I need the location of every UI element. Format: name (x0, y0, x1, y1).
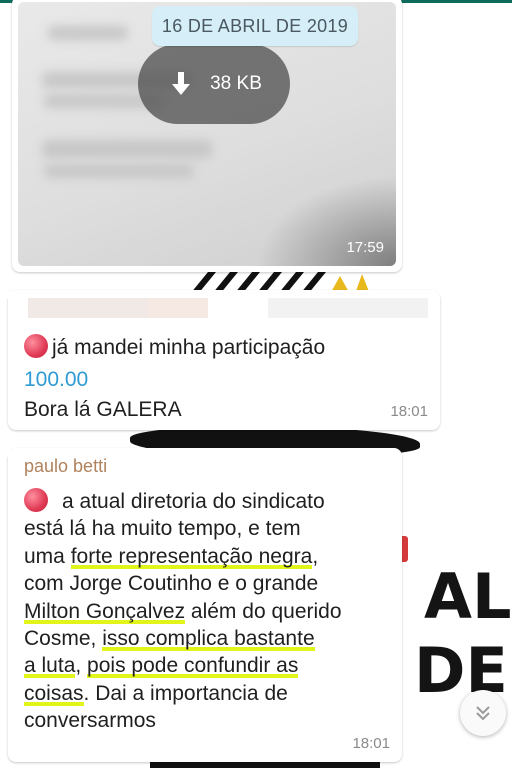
wallpaper-letters-top: AL (424, 560, 512, 633)
message-line: Milton Gonçalvez além do querido (24, 599, 342, 623)
download-arrow-icon (172, 72, 191, 95)
message-line: a luta, pois pode confundir as (24, 654, 299, 678)
sender-name[interactable]: paulo betti (24, 456, 107, 477)
message-time: 18:01 (390, 403, 428, 420)
chat-message-bubble[interactable]: já mandei minha participação 100.00 Bora… (0, 290, 440, 430)
message-line: já mandei minha participação (24, 334, 325, 362)
message-line: Bora lá GALERA (24, 398, 182, 421)
message-line: a atual diretoria do sindicato (24, 488, 394, 515)
highlighted-text: Milton Gonçalvez (24, 599, 186, 623)
red-circle-emoji-icon (24, 488, 48, 512)
download-size: 38 KB (210, 73, 262, 94)
blurred-sender-bar (28, 298, 430, 318)
message-line: está lá ha muito tempo, e tem (24, 517, 301, 541)
highlighted-text: forte representação negra (70, 544, 313, 568)
red-circle-emoji-icon (24, 334, 48, 358)
amount-link[interactable]: 100.00 (24, 366, 88, 394)
message-body: a atual diretoria do sindicato está lá h… (24, 488, 394, 735)
message-line: uma forte representação negra, (24, 544, 319, 568)
message-line: Cosme, isso complica bastante (24, 627, 315, 651)
highlighted-text: isso complica bastante (102, 627, 315, 651)
highlighted-text: pois pode confundir as (87, 654, 299, 678)
message-time: 17:59 (346, 239, 384, 256)
chat-message-bubble[interactable]: paulo betti a atual diretoria do sindica… (0, 448, 402, 762)
message-time: 18:01 (352, 735, 390, 752)
message-line: conversarmos (24, 709, 156, 733)
highlighted-text: coisas (24, 681, 84, 705)
highlighted-text: a luta (24, 654, 76, 678)
message-line: coisas. Dai a importancia de (24, 681, 288, 705)
wallpaper-letters: AL DE (400, 560, 512, 708)
scroll-to-bottom-button[interactable] (460, 690, 506, 736)
scroll-down-chevron-icon (476, 706, 490, 721)
date-chip: 16 DE ABRIL DE 2019 (152, 6, 358, 46)
message-line: com Jorge Coutinho e o grande (24, 572, 319, 596)
download-button[interactable]: 38 KB (138, 44, 290, 124)
